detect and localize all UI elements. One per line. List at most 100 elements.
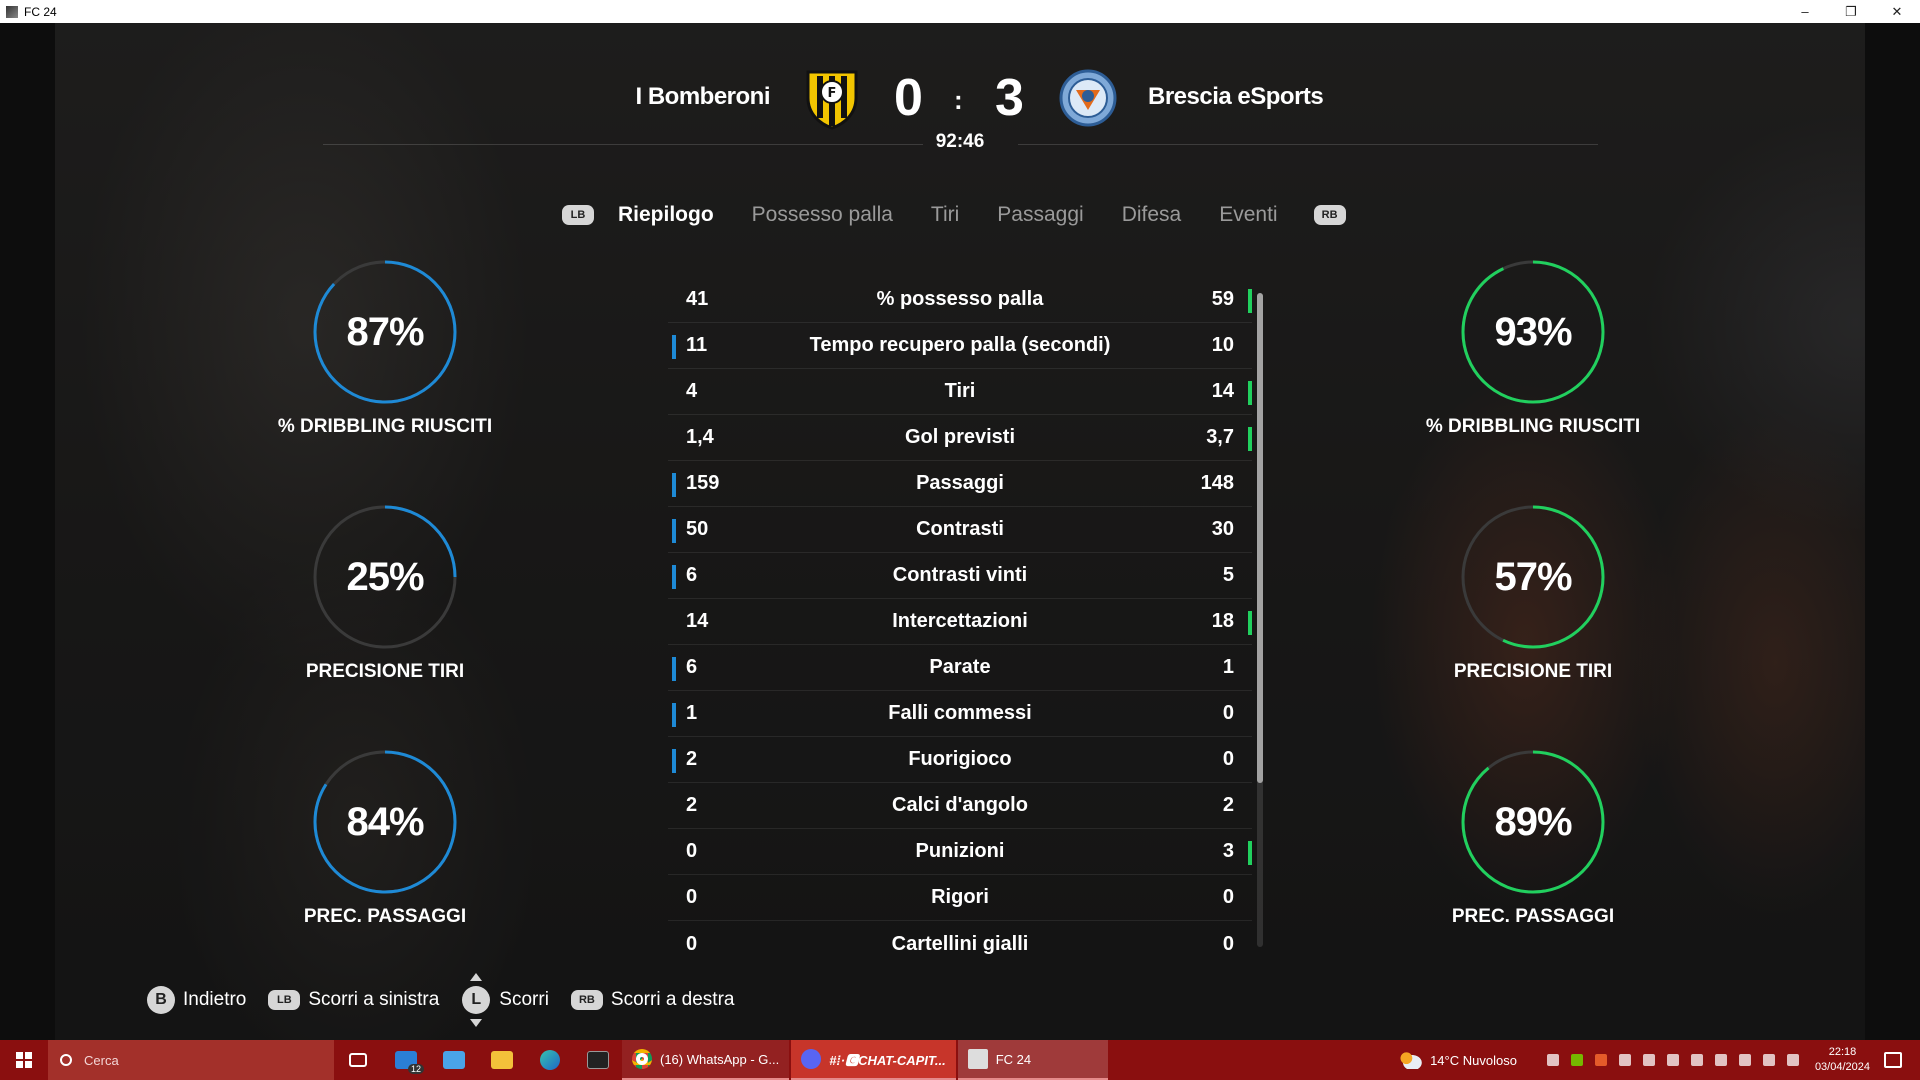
search-icon	[60, 1054, 72, 1066]
scroll-left-hint[interactable]: LB Scorri a sinistra	[268, 989, 439, 1011]
nvidia-icon[interactable]	[1570, 1054, 1583, 1066]
microphone-icon[interactable]	[1642, 1054, 1655, 1066]
lb-button-icon[interactable]: LB	[562, 205, 594, 225]
stat-row: 0 Rigori 0	[668, 875, 1252, 921]
taskbar-task-whatsapp[interactable]: (16) WhatsApp - G...	[622, 1040, 790, 1080]
away-stat-value: 14	[1211, 380, 1234, 402]
language-icon[interactable]	[1786, 1054, 1799, 1066]
start-button[interactable]	[0, 1040, 48, 1080]
terminal-button[interactable]	[574, 1040, 622, 1080]
taskbar-search[interactable]: Cerca	[48, 1040, 334, 1080]
away-stat-value: 0	[1222, 932, 1234, 955]
scroll-right-hint[interactable]: RB Scorri a destra	[570, 989, 735, 1011]
home-team-crest: F	[806, 70, 858, 130]
tray-icon[interactable]	[1690, 1054, 1703, 1066]
windows-logo-icon	[16, 1052, 32, 1068]
away-stat-value: 5	[1222, 564, 1234, 586]
task-view-button[interactable]	[334, 1040, 382, 1080]
rb-button-icon[interactable]: RB	[1313, 205, 1346, 225]
cloud-icon[interactable]	[1398, 1051, 1423, 1069]
away-shot-accuracy-ring: 57%	[1460, 504, 1606, 650]
stat-row: 50 Contrasti 30	[668, 507, 1252, 553]
b-button-icon: B	[147, 986, 175, 1014]
mail-app-button[interactable]: 12	[382, 1040, 430, 1080]
away-score: 3	[995, 69, 1024, 127]
weather-text[interactable]: 14°C Nuvoloso	[1430, 1053, 1517, 1068]
stat-name: Tempo recupero palla (secondi)	[809, 334, 1111, 356]
home-score: 0	[894, 69, 923, 127]
home-dribbling-ring: 87%	[312, 259, 458, 405]
file-explorer-button[interactable]	[478, 1040, 526, 1080]
stat-name: Contrasti	[916, 518, 1004, 540]
notification-icon[interactable]	[1884, 1052, 1902, 1068]
tray-icon[interactable]	[1546, 1054, 1559, 1066]
tab-possesso-palla[interactable]: Possesso palla	[752, 203, 893, 227]
discord-icon	[801, 1049, 822, 1069]
task-label: FC 24	[995, 1051, 1032, 1067]
stat-name: Punizioni	[915, 840, 1005, 862]
edge-icon	[540, 1050, 560, 1070]
ring-label: % DRIBBLING RIUSCITI	[277, 416, 493, 437]
ring-value: 93%	[1494, 309, 1572, 354]
shield-icon[interactable]	[1666, 1054, 1679, 1066]
stat-row: 14 Intercettazioni 18	[668, 599, 1252, 645]
mail-badge: 12	[407, 1064, 424, 1074]
volume-icon[interactable]	[1762, 1054, 1775, 1066]
chrome-icon	[632, 1049, 652, 1069]
scroll-hint[interactable]: L Scorri	[461, 973, 549, 1027]
away-stat-value: 148	[1200, 472, 1234, 494]
away-stat-value: 18	[1211, 610, 1234, 632]
window-titlebar: FC 24 – ❐ ✕	[0, 0, 1920, 23]
stat-name: Gol previsti	[904, 426, 1016, 448]
header-divider-left	[323, 144, 923, 145]
left-stick-icon: L	[461, 973, 491, 1027]
match-clock: 92:46	[935, 131, 985, 152]
scroll-right-label: Scorri a destra	[610, 989, 735, 1010]
store-app-button[interactable]	[430, 1040, 478, 1080]
tray-icon[interactable]	[1618, 1054, 1631, 1066]
fc24-icon	[967, 1049, 988, 1069]
stat-name: Cartellini gialli	[891, 932, 1029, 955]
away-stat-value: 1	[1222, 656, 1234, 678]
stats-scrollbar[interactable]	[1257, 293, 1263, 947]
edge-button[interactable]	[526, 1040, 574, 1080]
scroll-left-label: Scorri a sinistra	[308, 989, 440, 1010]
stat-row: 0 Cartellini gialli 0	[668, 921, 1252, 967]
ring-value: 89%	[1494, 799, 1572, 844]
stats-scrollbar-thumb[interactable]	[1257, 293, 1263, 783]
minimize-button[interactable]: –	[1782, 0, 1828, 23]
terminal-icon	[587, 1051, 609, 1069]
away-stat-value: 2	[1222, 794, 1234, 816]
network-icon[interactable]	[1738, 1054, 1751, 1066]
scroll-label: Scorri	[499, 989, 549, 1010]
back-label: Indietro	[183, 989, 247, 1010]
restore-button[interactable]: ❐	[1828, 0, 1874, 23]
taskbar-task-fc24[interactable]: FC 24	[957, 1040, 1108, 1080]
away-team-name: Brescia eSports	[1148, 83, 1324, 110]
stat-name: Parate	[929, 656, 991, 678]
back-hint[interactable]: B Indietro	[147, 986, 246, 1014]
taskbar-task-discord[interactable]: #⁞·🅲CHAT-CAPIT...	[791, 1040, 956, 1080]
tab-eventi[interactable]: Eventi	[1219, 203, 1277, 227]
search-placeholder: Cerca	[84, 1052, 119, 1068]
tab-difesa[interactable]: Difesa	[1122, 203, 1182, 227]
tab-passaggi[interactable]: Passaggi	[997, 203, 1083, 227]
battery-icon[interactable]	[1714, 1054, 1727, 1066]
task-label: (16) WhatsApp - G...	[660, 1051, 780, 1067]
app-icon	[6, 5, 18, 18]
stat-row: 6 Contrasti vinti 5	[668, 553, 1252, 599]
tab-tiri[interactable]: Tiri	[931, 203, 959, 227]
tab-riepilogo[interactable]: Riepilogo	[618, 203, 714, 227]
close-button[interactable]: ✕	[1874, 0, 1920, 23]
taskbar-clock[interactable]: 22:18 03/04/2024	[1815, 1045, 1870, 1075]
stat-name: Rigori	[931, 886, 989, 908]
away-stat-value: 3,7	[1206, 426, 1234, 448]
windows-taskbar: Cerca 12 (16) WhatsApp - G... #⁞·🅲CHAT-C…	[0, 1040, 1920, 1080]
tray-icon[interactable]	[1594, 1054, 1607, 1066]
home-shot-accuracy-ring: 25%	[312, 504, 458, 650]
stat-row: 2 Calci d'angolo 2	[668, 783, 1252, 829]
away-stat-value: 0	[1222, 702, 1234, 724]
ring-label: % DRIBBLING RIUSCITI	[1425, 416, 1641, 437]
home-pass-accuracy-ring: 84%	[312, 749, 458, 895]
away-lead-bar	[1248, 289, 1252, 313]
